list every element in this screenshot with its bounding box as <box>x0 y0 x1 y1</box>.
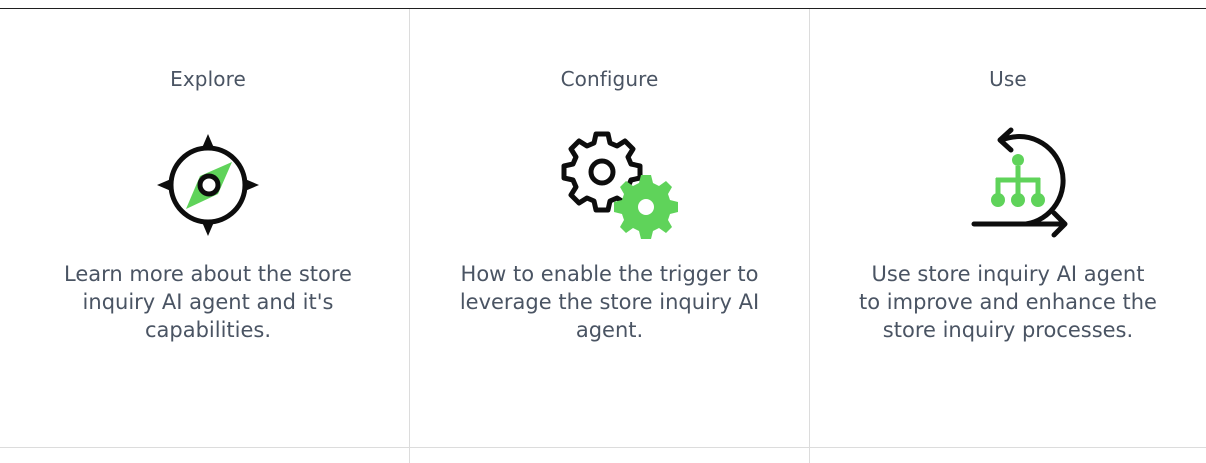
card-title: Use <box>989 67 1027 91</box>
card-description: Learn more about the store inquiry AI ag… <box>64 262 352 342</box>
card-title: Explore <box>170 67 246 91</box>
card-configure[interactable]: Configure How to enable the trigger to l… <box>410 9 809 447</box>
cycle-hierarchy-icon <box>938 112 1078 242</box>
compass-icon <box>138 112 278 242</box>
card-description: Use store inquiry AI agent to improve an… <box>859 262 1157 342</box>
card-title: Configure <box>560 67 659 91</box>
bottom-divider <box>0 447 1206 448</box>
gears-icon <box>540 112 680 242</box>
card-explore[interactable]: Explore Learn more about the store inqui… <box>8 9 408 447</box>
card-description: How to enable the trigger to leverage th… <box>459 262 760 342</box>
card-use[interactable]: Use Use store inquiry AI agent to improv <box>810 9 1206 447</box>
